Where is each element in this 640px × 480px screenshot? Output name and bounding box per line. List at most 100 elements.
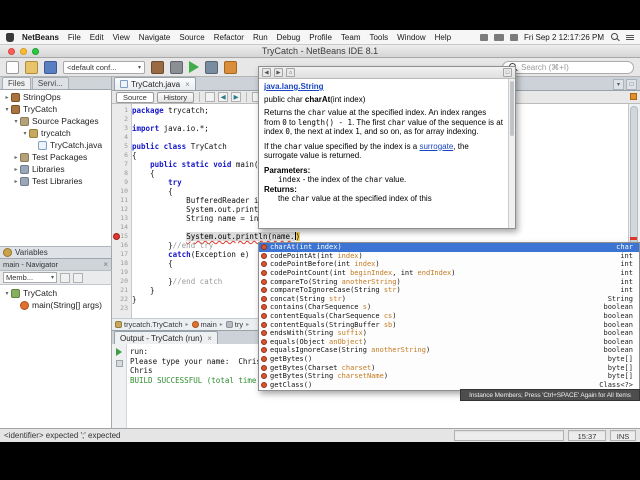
save-all-icon[interactable] xyxy=(44,60,57,74)
navigator-sort-icon[interactable] xyxy=(60,272,70,283)
project-tree-item[interactable]: ▾ TryCatch xyxy=(0,103,111,115)
rerun-icon[interactable] xyxy=(116,348,122,356)
debug-project-icon[interactable] xyxy=(205,60,218,74)
menu-debug[interactable]: Debug xyxy=(277,33,301,42)
menu-window[interactable]: Window xyxy=(397,33,425,42)
navigator-filter-icon[interactable] xyxy=(73,272,83,283)
gutter-line[interactable]: 12 xyxy=(112,205,131,214)
run-project-icon[interactable] xyxy=(189,61,199,73)
completion-item[interactable]: codePointBefore(int index) int xyxy=(259,260,639,269)
stop-icon[interactable] xyxy=(115,360,123,367)
profile-project-icon[interactable] xyxy=(224,60,237,74)
close-icon[interactable]: × xyxy=(103,260,108,269)
output-console[interactable]: run: Please type your name: Chris Chris BUI… xyxy=(130,347,270,385)
gutter-line[interactable]: 3 xyxy=(112,124,131,133)
window-titlebar[interactable]: TryCatch - NetBeans IDE 8.1 xyxy=(0,45,640,58)
history-view-button[interactable]: History xyxy=(156,91,195,103)
notification-center-icon[interactable] xyxy=(626,34,634,40)
tree-toggle-icon[interactable]: ▸ xyxy=(12,154,20,161)
gutter-line[interactable]: 17 xyxy=(112,250,131,259)
tree-toggle-icon[interactable]: ▸ xyxy=(3,94,11,101)
completion-item[interactable]: equalsIgnoreCase(String anotherString) bo… xyxy=(259,346,639,355)
tab-services[interactable]: Servi... xyxy=(31,77,69,89)
gutter-line[interactable]: 15 xyxy=(112,232,131,241)
variables-pane-bar[interactable]: Variables xyxy=(0,246,112,258)
quick-search-input[interactable]: Search (⌘+I) xyxy=(502,60,634,74)
surrogate-link[interactable]: surrogate xyxy=(419,142,453,151)
last-edit-icon[interactable] xyxy=(205,92,216,102)
project-tree-item[interactable]: ▾ trycatch xyxy=(0,127,111,139)
tree-toggle-icon[interactable]: ▾ xyxy=(3,290,11,297)
breadcrumb-item[interactable]: main xyxy=(191,320,217,329)
project-tree-item[interactable]: ▸ StringOps xyxy=(0,91,111,103)
completion-item[interactable]: getBytes(String charsetName) byte[] xyxy=(259,372,639,381)
menu-team[interactable]: Team xyxy=(341,33,361,42)
tree-toggle-icon[interactable]: ▾ xyxy=(12,118,20,125)
status-menu-icon[interactable] xyxy=(479,33,488,41)
completion-item[interactable]: endsWith(String suffix) boolean xyxy=(259,329,639,338)
breadcrumb-item[interactable]: trycatch.TryCatch xyxy=(115,320,182,329)
insert-mode-indicator[interactable]: INS xyxy=(610,430,636,441)
gutter-line[interactable]: 11 xyxy=(112,196,131,205)
completion-item[interactable]: contains(CharSequence s) boolean xyxy=(259,303,639,312)
gutter-line[interactable]: 6 xyxy=(112,151,131,160)
gutter-line[interactable]: 13 xyxy=(112,214,131,223)
navigator-item[interactable]: main(String[] args) xyxy=(0,299,111,311)
navigator-item[interactable]: ▾ TryCatch xyxy=(0,287,111,299)
back-icon[interactable]: ◀ xyxy=(218,92,229,102)
gutter-line[interactable]: 20 xyxy=(112,277,131,286)
editor-gutter[interactable]: 1 2 3 4 5 6 7 8 9 10 11 12 13 14 15 16 17 18 19 20 21 22 23 xyxy=(112,104,132,318)
gutter-line[interactable]: 1 xyxy=(112,106,131,115)
gutter-line[interactable]: 10 xyxy=(112,187,131,196)
minimize-window-button[interactable] xyxy=(20,48,27,55)
forward-icon[interactable]: ▶ xyxy=(231,92,242,102)
gutter-line[interactable]: 7 xyxy=(112,160,131,169)
completion-item[interactable]: contentEquals(StringBuffer sb) boolean xyxy=(259,320,639,329)
gutter-line[interactable]: 21 xyxy=(112,286,131,295)
menu-run[interactable]: Run xyxy=(253,33,268,42)
close-output-icon[interactable]: × xyxy=(207,334,212,343)
scrollbar-thumb[interactable] xyxy=(510,81,514,136)
gutter-line[interactable]: 2 xyxy=(112,115,131,124)
completion-item[interactable]: concat(String str) String xyxy=(259,295,639,304)
tree-toggle-icon[interactable]: ▸ xyxy=(12,178,20,185)
close-window-button[interactable] xyxy=(8,48,15,55)
doc-back-icon[interactable]: ◀ xyxy=(262,68,271,77)
completion-item[interactable]: charAt(int index) char xyxy=(259,243,639,252)
gutter-line[interactable]: 19 xyxy=(112,268,131,277)
source-view-button[interactable]: Source xyxy=(116,91,154,103)
menu-file[interactable]: File xyxy=(68,33,81,42)
spotlight-search-icon[interactable] xyxy=(610,32,620,42)
open-in-browser-icon[interactable]: ⌂ xyxy=(286,68,295,77)
project-tree-item[interactable]: TryCatch.java xyxy=(0,139,111,151)
menu-navigate[interactable]: Navigate xyxy=(139,33,171,42)
tree-toggle-icon[interactable]: ▾ xyxy=(3,106,11,113)
gutter-line[interactable]: 8 xyxy=(112,169,131,178)
menu-help[interactable]: Help xyxy=(435,33,451,42)
menu-edit[interactable]: Edit xyxy=(90,33,104,42)
completion-item[interactable]: getClass() Class<?> xyxy=(259,381,639,390)
project-tree-item[interactable]: ▸ Test Packages xyxy=(0,151,111,163)
apple-menu-icon[interactable] xyxy=(6,32,14,42)
javadoc-scrollbar[interactable] xyxy=(508,79,515,228)
breadcrumb-item[interactable]: try xyxy=(225,320,243,329)
tree-toggle-icon[interactable]: ▾ xyxy=(21,130,29,137)
gutter-line[interactable]: 5 xyxy=(112,142,131,151)
open-project-icon[interactable] xyxy=(25,60,38,74)
build-project-icon[interactable] xyxy=(151,60,164,74)
menu-refactor[interactable]: Refactor xyxy=(214,33,244,42)
completion-item[interactable]: contentEquals(CharSequence cs) boolean xyxy=(259,312,639,321)
menu-source[interactable]: Source xyxy=(179,33,204,42)
navigator-filter-combo[interactable]: Memb... ▾ xyxy=(3,272,57,283)
menu-view[interactable]: View xyxy=(113,33,130,42)
menubar-clock[interactable]: Fri Sep 2 12:17:26 PM xyxy=(524,33,604,42)
project-tree-item[interactable]: ▾ Source Packages xyxy=(0,115,111,127)
menu-tools[interactable]: Tools xyxy=(369,33,388,42)
completion-item[interactable]: compareTo(String anotherString) int xyxy=(259,277,639,286)
completion-item[interactable]: codePointAt(int index) int xyxy=(259,252,639,261)
completion-item[interactable]: equals(Object anObject) boolean xyxy=(259,338,639,347)
gutter-line[interactable]: 22 xyxy=(112,295,131,304)
gutter-line[interactable]: 16 xyxy=(112,241,131,250)
tab-files[interactable]: Files xyxy=(2,77,31,89)
close-tab-icon[interactable]: × xyxy=(185,80,190,89)
